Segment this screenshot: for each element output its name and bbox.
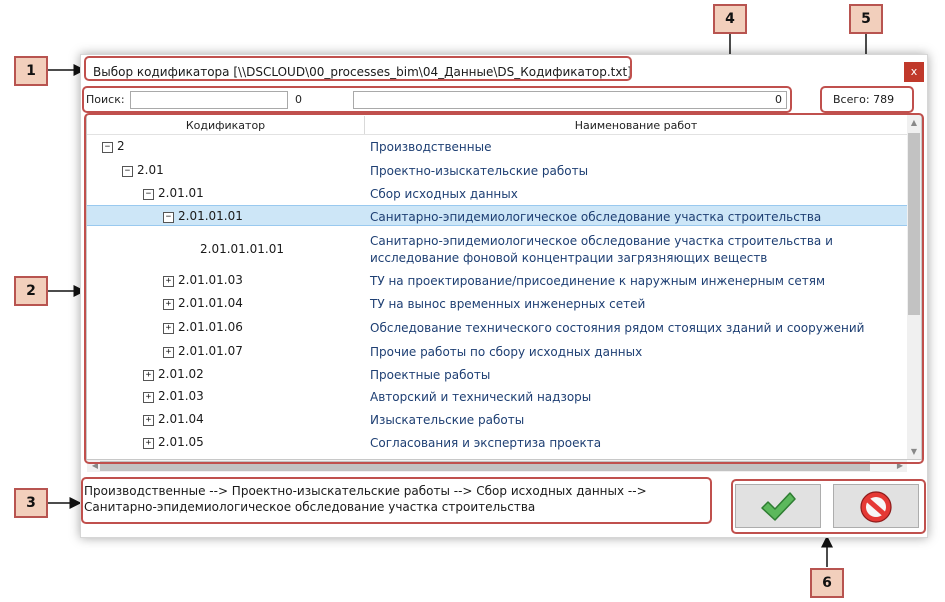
close-button[interactable]: x	[904, 62, 924, 82]
annotation-frame-path	[81, 477, 712, 524]
callout-6: 6	[810, 568, 844, 598]
annotation-frame-search	[82, 86, 792, 113]
callout-4: 4	[713, 4, 747, 34]
callout-5: 5	[849, 4, 883, 34]
annotation-frame-title	[84, 56, 632, 81]
callout-3: 3	[14, 488, 48, 518]
annotation-frame-total	[820, 86, 914, 113]
callout-1: 1	[14, 56, 48, 86]
annotation-frame-buttons	[731, 479, 926, 534]
annotation-frame-grid	[84, 113, 924, 464]
callout-2: 2	[14, 276, 48, 306]
